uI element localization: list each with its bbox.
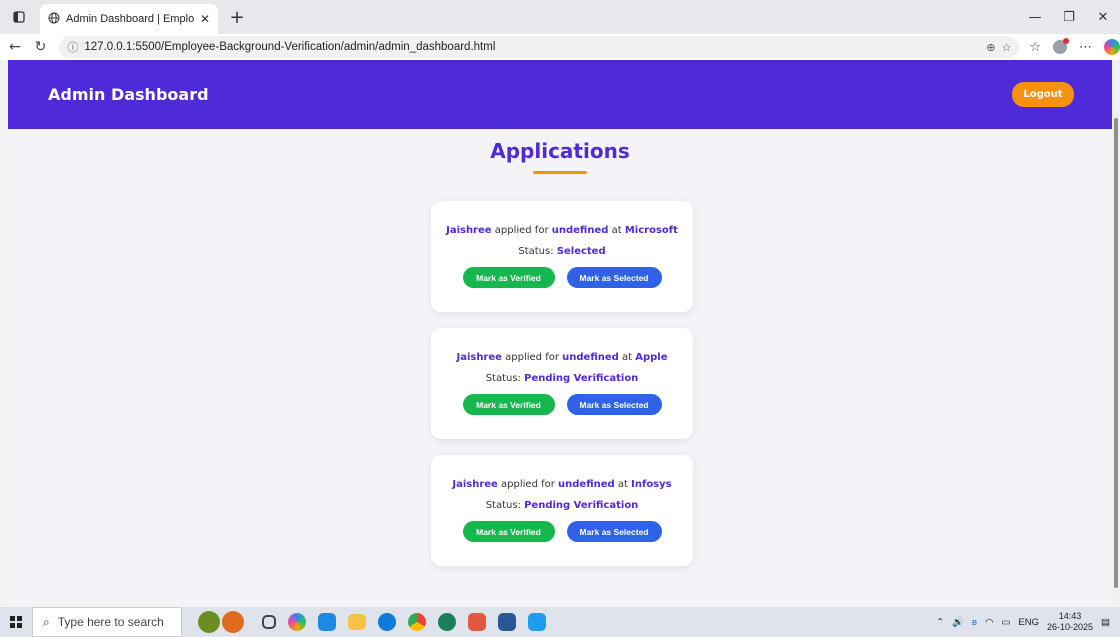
application-status: Status: Selected	[431, 246, 693, 257]
restore-icon[interactable]: ❐	[1052, 0, 1086, 34]
window-controls: — ❐ ✕	[1018, 0, 1120, 34]
company-name: Infosys	[631, 479, 672, 490]
vscode-icon[interactable]	[528, 613, 546, 631]
favorites-icon[interactable]: ☆	[1029, 40, 1041, 55]
application-summary: Jaishree applied for undefined at Apple	[431, 352, 693, 363]
mark-verified-button[interactable]: Mark as Verified	[462, 267, 555, 288]
applications-heading: Applications	[490, 139, 630, 163]
app-icon[interactable]	[438, 613, 456, 631]
heading-underline	[533, 171, 587, 174]
browser-tab[interactable]: Admin Dashboard | Employee Ba ✕	[40, 4, 218, 34]
file-explorer-icon[interactable]	[348, 614, 366, 630]
edge-icon[interactable]	[378, 613, 396, 631]
window-close-icon[interactable]: ✕	[1086, 0, 1120, 34]
status-value: Pending Verification	[524, 500, 639, 511]
bluetooth-icon[interactable]: ʙ	[972, 617, 977, 628]
taskbar: ⌕ Type here to search ⌃ 🔊 ʙ ◠ ▭ ENG 14:4…	[0, 607, 1120, 637]
page-header: Admin Dashboard Logout	[8, 60, 1112, 129]
tray-chevron-icon[interactable]: ⌃	[936, 617, 944, 628]
mark-selected-button[interactable]: Mark as Selected	[566, 521, 662, 542]
applied-role: undefined	[558, 479, 615, 490]
system-tray: ⌃ 🔊 ʙ ◠ ▭ ENG 14:43 26-10-2025 ▤	[936, 611, 1120, 633]
dashboard-brand: Admin Dashboard	[48, 85, 209, 104]
mark-selected-button[interactable]: Mark as Selected	[566, 394, 662, 415]
minimize-icon[interactable]: —	[1018, 0, 1052, 34]
status-label: Status:	[485, 500, 521, 511]
application-card: Jaishree applied for undefined at Infosy…	[431, 455, 693, 566]
language-indicator[interactable]: ENG	[1018, 617, 1039, 628]
at-text: at	[617, 479, 628, 490]
status-label: Status:	[485, 373, 521, 384]
search-placeholder: Type here to search	[57, 615, 164, 629]
clock[interactable]: 14:43 26-10-2025	[1047, 611, 1093, 633]
applicant-name: Jaishree	[446, 225, 492, 236]
copilot-taskbar-icon[interactable]	[288, 613, 306, 631]
new-tab-icon[interactable]: +	[226, 7, 248, 28]
company-name: Apple	[635, 352, 668, 363]
volume-icon[interactable]: 🔊	[952, 617, 964, 628]
page-scrollbar[interactable]	[1112, 60, 1120, 604]
zoom-icon[interactable]: ⊕	[986, 41, 995, 54]
status-value: Pending Verification	[524, 373, 639, 384]
battery-icon[interactable]: ▭	[1001, 617, 1010, 628]
application-card: Jaishree applied for undefined at Micros…	[431, 201, 693, 312]
applied-for-text: applied for	[505, 352, 559, 363]
chrome-icon[interactable]	[408, 613, 426, 631]
profile-avatar-icon[interactable]	[1053, 38, 1069, 54]
page-viewport: Admin Dashboard Logout Applications Jais…	[8, 60, 1112, 604]
task-view-icon[interactable]	[262, 615, 276, 629]
mark-verified-button[interactable]: Mark as Verified	[462, 521, 555, 542]
word-icon[interactable]	[498, 613, 516, 631]
at-text: at	[621, 352, 633, 363]
scrollbar-thumb[interactable]	[1114, 118, 1118, 588]
search-icon: ⌕	[43, 614, 50, 629]
taskbar-search[interactable]: ⌕ Type here to search	[32, 607, 182, 637]
url-text[interactable]: 127.0.0.1:5500/Employee-Background-Verif…	[84, 41, 980, 53]
mark-verified-button[interactable]: Mark as Verified	[462, 394, 555, 415]
application-status: Status: Pending Verification	[431, 373, 693, 384]
back-icon[interactable]: ←	[4, 39, 26, 55]
address-bar[interactable]: ⓘ 127.0.0.1:5500/Employee-Background-Ver…	[59, 36, 1020, 58]
address-bar-row: ← ↻ ⓘ 127.0.0.1:5500/Employee-Background…	[0, 34, 1120, 60]
company-name: Microsoft	[624, 225, 678, 236]
globe-icon	[48, 12, 60, 27]
copilot-icon[interactable]	[1104, 39, 1120, 55]
applied-for-text: applied for	[501, 479, 555, 490]
applicant-name: Jaishree	[456, 352, 502, 363]
favorite-star-icon[interactable]: ☆	[1001, 41, 1011, 54]
browser-tab-strip: Admin Dashboard | Employee Ba ✕ + — ❐ ✕	[0, 0, 1120, 34]
tab-title: Admin Dashboard | Employee Ba	[66, 13, 194, 25]
brave-icon[interactable]	[468, 613, 486, 631]
windows-logo-icon	[10, 616, 22, 628]
at-text: at	[611, 225, 622, 236]
notification-icon[interactable]: ▤	[1101, 617, 1110, 628]
application-summary: Jaishree applied for undefined at Infosy…	[431, 479, 693, 490]
info-icon[interactable]: ⓘ	[67, 39, 78, 55]
tab-actions-icon[interactable]	[6, 4, 32, 30]
wifi-icon[interactable]: ◠	[985, 617, 993, 628]
weather-widget-icon[interactable]	[198, 611, 220, 633]
pumpkin-widget-icon[interactable]	[222, 611, 244, 633]
application-summary: Jaishree applied for undefined at Micros…	[431, 225, 693, 236]
close-icon[interactable]: ✕	[200, 12, 210, 26]
more-menu-icon[interactable]: ⋯	[1079, 40, 1092, 55]
applied-role: undefined	[562, 352, 619, 363]
clock-time: 14:43	[1058, 611, 1082, 621]
applied-role: undefined	[551, 225, 609, 236]
refresh-icon[interactable]: ↻	[30, 39, 52, 55]
applied-for-text: applied for	[494, 225, 549, 236]
status-label: Status:	[518, 246, 554, 257]
status-value: Selected	[556, 246, 606, 257]
clock-date: 26-10-2025	[1046, 622, 1094, 632]
mark-selected-button[interactable]: Mark as Selected	[566, 267, 662, 288]
application-status: Status: Pending Verification	[431, 500, 693, 511]
applications-list: Jaishree applied for undefined at Micros…	[431, 201, 693, 582]
application-card: Jaishree applied for undefined at Apple …	[431, 328, 693, 439]
logout-button[interactable]: Logout	[1012, 82, 1074, 107]
outlook-icon[interactable]	[318, 613, 336, 631]
applicant-name: Jaishree	[452, 479, 498, 490]
start-button[interactable]	[0, 616, 32, 628]
